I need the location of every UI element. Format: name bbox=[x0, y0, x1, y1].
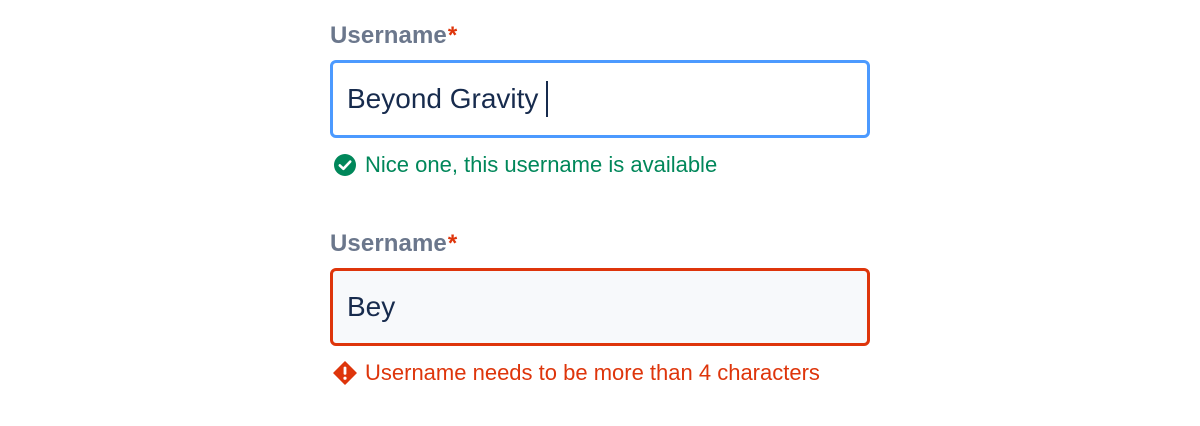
username-label: Username* bbox=[330, 22, 870, 52]
text-cursor bbox=[546, 81, 549, 117]
username-label-text: Username bbox=[330, 22, 447, 49]
success-message: Nice one, this username is available bbox=[330, 150, 870, 180]
error-message-text: Username needs to be more than 4 charact… bbox=[365, 360, 820, 385]
error-diamond-icon bbox=[333, 361, 357, 385]
username-input-value: Bey bbox=[347, 291, 396, 322]
required-asterisk: * bbox=[447, 22, 458, 49]
success-message-text: Nice one, this username is available bbox=[365, 152, 718, 177]
username-label-text: Username bbox=[330, 230, 447, 257]
username-label: Username* bbox=[330, 230, 870, 260]
required-asterisk: * bbox=[447, 230, 458, 257]
username-input[interactable]: Beyond Gravity bbox=[330, 60, 870, 138]
username-field-valid: Username* Beyond Gravity Nice one, this … bbox=[330, 22, 870, 180]
check-circle-icon bbox=[334, 154, 356, 176]
username-field-error: Username* Bey Username needs to be more … bbox=[330, 230, 870, 388]
error-message: Username needs to be more than 4 charact… bbox=[330, 358, 870, 388]
username-input[interactable]: Bey bbox=[330, 268, 870, 346]
username-input-value: Beyond Gravity bbox=[347, 83, 539, 114]
